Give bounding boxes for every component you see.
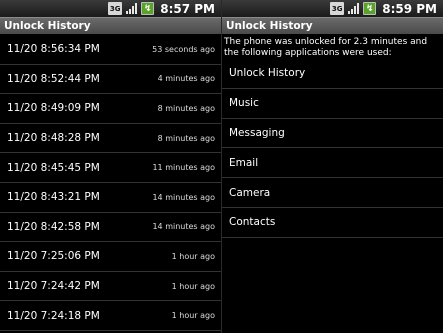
unlock-timestamp: 11/20 8:45:45 PM — [7, 161, 100, 174]
history-row[interactable]: 11/20 8:49:09 PM 8 minutes ago — [0, 94, 221, 124]
app-list-item[interactable]: Messaging — [222, 119, 443, 149]
history-row[interactable]: 11/20 7:24:42 PM 1 hour ago — [0, 272, 221, 302]
apps-used-list: Unlock History Music Messaging Email Camera C… — [222, 59, 443, 238]
app-title: Unlock History — [4, 20, 91, 32]
history-row[interactable]: 11/20 8:56:34 PM 53 seconds ago — [0, 35, 221, 65]
relative-time: 11 minutes ago — [152, 163, 215, 173]
app-list-item[interactable]: Contacts — [222, 208, 443, 238]
app-list-item[interactable]: Camera — [222, 178, 443, 208]
3g-icon: 3G — [330, 2, 345, 15]
app-list-item[interactable]: Email — [222, 148, 443, 179]
relative-time: 1 hour ago — [171, 251, 215, 261]
relative-time: 14 minutes ago — [152, 222, 215, 232]
status-clock: 8:59 PM — [382, 1, 437, 16]
signal-strength-icon — [347, 2, 360, 15]
relative-time: 53 seconds ago — [152, 44, 215, 54]
battery-charging-icon: ↯ — [363, 2, 377, 15]
unlock-timestamp: 11/20 7:24:42 PM — [7, 280, 100, 293]
unlock-timestamp: 11/20 7:24:18 PM — [7, 309, 100, 322]
status-bar: 3G ↯ 8:59 PM — [222, 0, 443, 17]
unlock-description: The phone was unlocked for 2.3 minutes a… — [224, 37, 428, 58]
relative-time: 14 minutes ago — [152, 192, 215, 202]
app-list-item[interactable]: Music — [222, 89, 443, 119]
history-row[interactable]: 11/20 7:24:18 PM 1 hour ago — [0, 301, 221, 331]
battery-charging-icon: ↯ — [141, 2, 155, 15]
relative-time: 8 minutes ago — [157, 103, 215, 113]
app-title-bar: Unlock History — [0, 17, 221, 34]
status-bar: 3G ↯ 8:57 PM — [0, 0, 221, 17]
unlock-timestamp: 11/20 7:25:06 PM — [7, 250, 100, 263]
unlock-detail-screen: 3G ↯ 8:59 PM Unlock History The phone wa… — [222, 0, 443, 333]
unlock-timestamp: 11/20 8:52:44 PM — [7, 72, 100, 85]
unlock-timestamp: 11/20 8:42:58 PM — [7, 220, 100, 233]
history-row[interactable]: 11/20 8:42:58 PM 14 minutes ago — [0, 213, 221, 243]
history-row[interactable]: 11/20 8:48:28 PM 8 minutes ago — [0, 124, 221, 154]
unlock-timestamp: 11/20 8:56:34 PM — [7, 43, 100, 56]
unlock-history-screen: 3G ↯ 8:57 PM Unlock History 11/20 8:56:3… — [0, 0, 221, 333]
3g-icon: 3G — [108, 2, 123, 15]
app-list-item[interactable]: Unlock History — [222, 59, 443, 89]
history-row[interactable]: 11/20 8:52:44 PM 4 minutes ago — [0, 65, 221, 95]
relative-time: 1 hour ago — [171, 281, 215, 291]
app-title-bar: Unlock History — [222, 17, 443, 34]
relative-time: 4 minutes ago — [157, 74, 215, 84]
history-list: 11/20 8:56:34 PM 53 seconds ago 11/20 8:52… — [0, 35, 221, 331]
history-row[interactable]: 11/20 8:43:21 PM 14 minutes ago — [0, 183, 221, 213]
signal-strength-icon — [125, 2, 138, 15]
history-row[interactable]: 11/20 8:45:45 PM 11 minutes ago — [0, 153, 221, 183]
unlock-timestamp: 11/20 8:48:28 PM — [7, 132, 100, 145]
status-clock: 8:57 PM — [160, 1, 215, 16]
history-row[interactable]: 11/20 7:25:06 PM 1 hour ago — [0, 242, 221, 272]
relative-time: 1 hour ago — [171, 311, 215, 321]
relative-time: 8 minutes ago — [157, 133, 215, 143]
unlock-timestamp: 11/20 8:43:21 PM — [7, 191, 100, 204]
unlock-timestamp: 11/20 8:49:09 PM — [7, 102, 100, 115]
app-title: Unlock History — [226, 20, 313, 32]
